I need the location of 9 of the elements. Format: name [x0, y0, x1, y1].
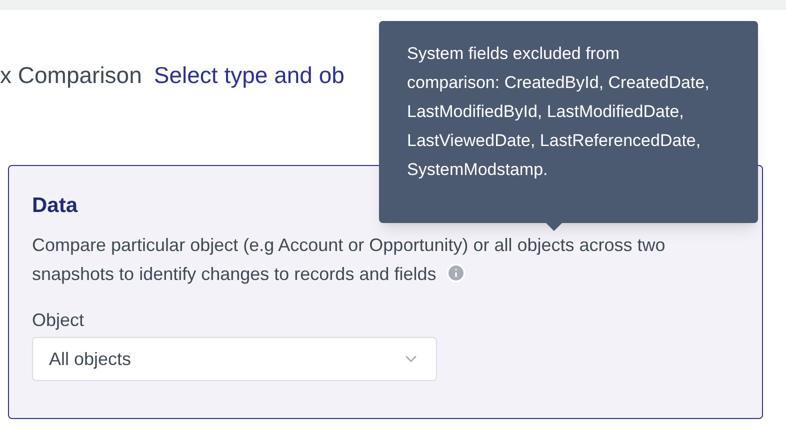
field-label: Object [32, 309, 86, 332]
page-subtitle: Select type and ob [154, 61, 344, 90]
tooltip: System fields excluded from comparison: CreatedById, CreatedDate, LastModifiedById, LastModifiedDate, LastViewedDate, LastReferencedDate, SystemModstamp. [379, 21, 758, 223]
card-title: Data [32, 192, 79, 218]
tooltip-arrow [546, 223, 562, 231]
card-description: Compare particular object (e.g Account or Opportunity) or all objects across two snapshots to identify changes to records and fields [32, 234, 666, 286]
object-select[interactable]: All objects [32, 337, 437, 381]
info-icon[interactable] [446, 263, 466, 283]
page-title: x Comparison [0, 61, 142, 90]
